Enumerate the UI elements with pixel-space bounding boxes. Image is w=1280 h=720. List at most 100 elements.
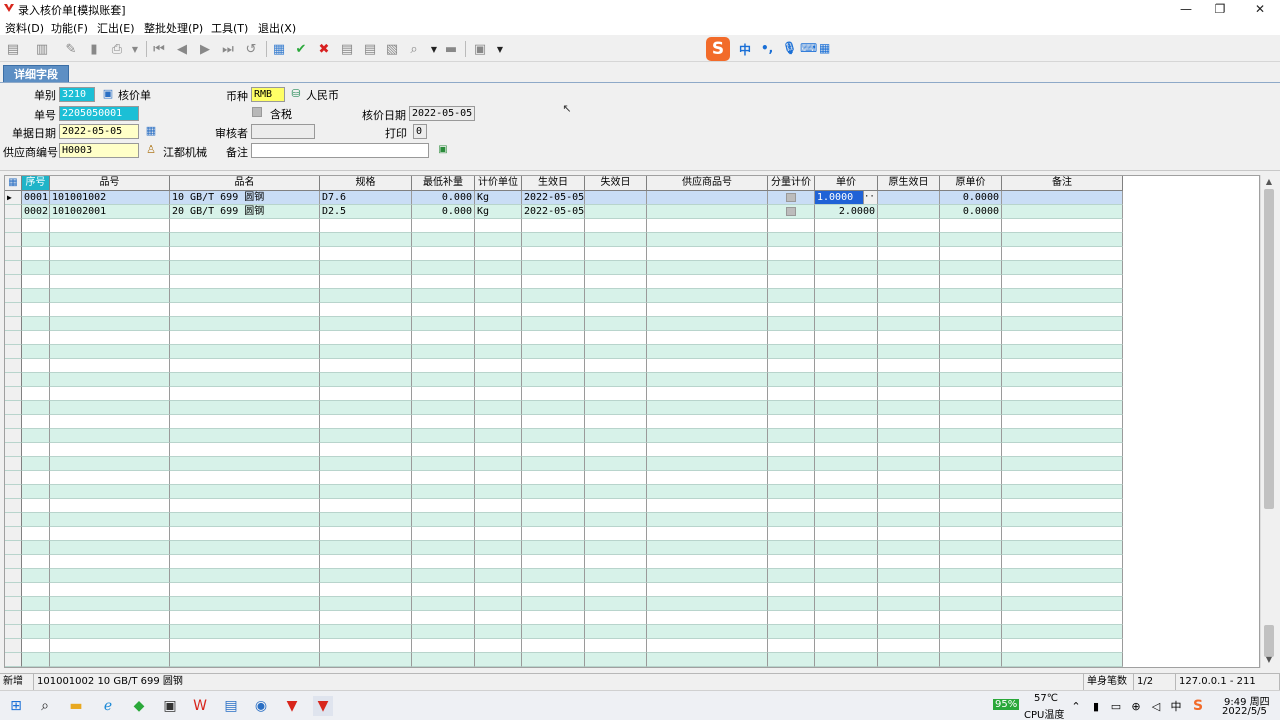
windows-start-icon[interactable]: ⊞	[6, 696, 26, 716]
empty-cell[interactable]	[412, 639, 475, 653]
empty-cell[interactable]	[768, 583, 815, 597]
empty-cell[interactable]	[1002, 429, 1123, 443]
empty-cell[interactable]	[1002, 373, 1123, 387]
empty-cell[interactable]	[647, 555, 768, 569]
query-dropdown-icon[interactable]: ▼	[426, 41, 442, 57]
empty-cell[interactable]	[940, 429, 1002, 443]
grid-corner-icon[interactable]: ▦	[5, 176, 22, 191]
empty-cell[interactable]	[878, 499, 940, 513]
empty-cell[interactable]	[647, 611, 768, 625]
cell-split-pricing[interactable]	[768, 205, 815, 219]
empty-cell[interactable]	[878, 415, 940, 429]
empty-cell[interactable]	[170, 233, 320, 247]
empty-cell[interactable]	[1002, 289, 1123, 303]
empty-cell[interactable]	[647, 345, 768, 359]
cell-min-qty[interactable]: 0.000	[412, 205, 475, 219]
empty-cell[interactable]	[585, 443, 647, 457]
cell-remark[interactable]	[1002, 191, 1123, 205]
empty-cell[interactable]	[768, 317, 815, 331]
empty-table-row[interactable]	[5, 499, 1125, 513]
empty-cell[interactable]	[1002, 513, 1123, 527]
empty-cell[interactable]	[815, 317, 878, 331]
empty-cell[interactable]	[522, 387, 585, 401]
empty-cell[interactable]	[475, 345, 522, 359]
empty-cell[interactable]	[815, 611, 878, 625]
empty-cell[interactable]	[320, 541, 412, 555]
empty-cell[interactable]	[50, 443, 170, 457]
empty-cell[interactable]	[522, 247, 585, 261]
network-icon[interactable]: ⊕	[1126, 696, 1146, 716]
currency-lookup-icon[interactable]: ⛁	[289, 87, 303, 101]
cell-orig-eff-date[interactable]	[878, 205, 940, 219]
empty-cell[interactable]	[475, 499, 522, 513]
empty-cell[interactable]	[50, 401, 170, 415]
empty-cell[interactable]	[522, 653, 585, 667]
empty-cell[interactable]	[412, 233, 475, 247]
empty-cell[interactable]	[22, 331, 50, 345]
empty-cell[interactable]	[647, 331, 768, 345]
empty-cell[interactable]	[22, 443, 50, 457]
empty-cell[interactable]	[22, 261, 50, 275]
col-supplier-item[interactable]: 供应商品号	[647, 176, 768, 191]
empty-cell[interactable]	[170, 653, 320, 667]
empty-cell[interactable]	[22, 387, 50, 401]
empty-cell[interactable]	[1002, 471, 1123, 485]
empty-cell[interactable]	[522, 527, 585, 541]
form-icon[interactable]: ▤	[339, 41, 355, 57]
empty-table-row[interactable]	[5, 331, 1125, 345]
empty-table-row[interactable]	[5, 387, 1125, 401]
empty-cell[interactable]	[940, 219, 1002, 233]
empty-cell[interactable]	[320, 261, 412, 275]
empty-cell[interactable]	[522, 373, 585, 387]
empty-cell[interactable]	[412, 457, 475, 471]
empty-cell[interactable]	[878, 429, 940, 443]
empty-cell[interactable]	[585, 219, 647, 233]
empty-cell[interactable]	[412, 331, 475, 345]
empty-cell[interactable]	[475, 513, 522, 527]
cell-seq[interactable]: 0002	[22, 205, 50, 219]
empty-cell[interactable]	[475, 303, 522, 317]
empty-cell[interactable]	[940, 485, 1002, 499]
empty-cell[interactable]	[50, 513, 170, 527]
empty-cell[interactable]	[815, 541, 878, 555]
empty-cell[interactable]	[768, 471, 815, 485]
menu-exit[interactable]: 退出(X)	[258, 20, 296, 36]
empty-cell[interactable]	[320, 233, 412, 247]
empty-cell[interactable]	[22, 219, 50, 233]
empty-cell[interactable]	[412, 275, 475, 289]
empty-cell[interactable]	[815, 247, 878, 261]
cancel-x-icon[interactable]: ✖	[316, 41, 332, 57]
microphone-icon[interactable]: 🎙	[782, 41, 797, 55]
doc-date-input[interactable]: 2022-05-05	[59, 124, 139, 139]
empty-cell[interactable]	[170, 527, 320, 541]
empty-cell[interactable]	[475, 569, 522, 583]
empty-cell[interactable]	[22, 513, 50, 527]
empty-cell[interactable]	[1002, 261, 1123, 275]
empty-cell[interactable]	[768, 261, 815, 275]
empty-cell[interactable]	[50, 317, 170, 331]
empty-cell[interactable]	[170, 387, 320, 401]
empty-cell[interactable]	[647, 401, 768, 415]
scroll-thumb-lower[interactable]	[1264, 625, 1274, 657]
document-app-icon[interactable]: ▤	[221, 696, 241, 716]
empty-cell[interactable]	[522, 331, 585, 345]
report-icon[interactable]: ▣	[472, 41, 488, 57]
search-icon[interactable]: ⌕	[35, 696, 55, 716]
empty-cell[interactable]	[940, 443, 1002, 457]
cell-seq[interactable]: 0001	[22, 191, 50, 205]
empty-cell[interactable]	[170, 289, 320, 303]
empty-cell[interactable]	[412, 443, 475, 457]
empty-cell[interactable]	[815, 471, 878, 485]
empty-cell[interactable]	[647, 625, 768, 639]
empty-cell[interactable]	[768, 499, 815, 513]
cell-unit[interactable]: Kg	[475, 191, 522, 205]
empty-cell[interactable]	[940, 289, 1002, 303]
empty-table-row[interactable]	[5, 569, 1125, 583]
empty-cell[interactable]	[170, 261, 320, 275]
empty-cell[interactable]	[768, 457, 815, 471]
empty-cell[interactable]	[412, 597, 475, 611]
empty-cell[interactable]	[940, 247, 1002, 261]
empty-cell[interactable]	[878, 457, 940, 471]
empty-cell[interactable]	[320, 359, 412, 373]
empty-cell[interactable]	[522, 429, 585, 443]
